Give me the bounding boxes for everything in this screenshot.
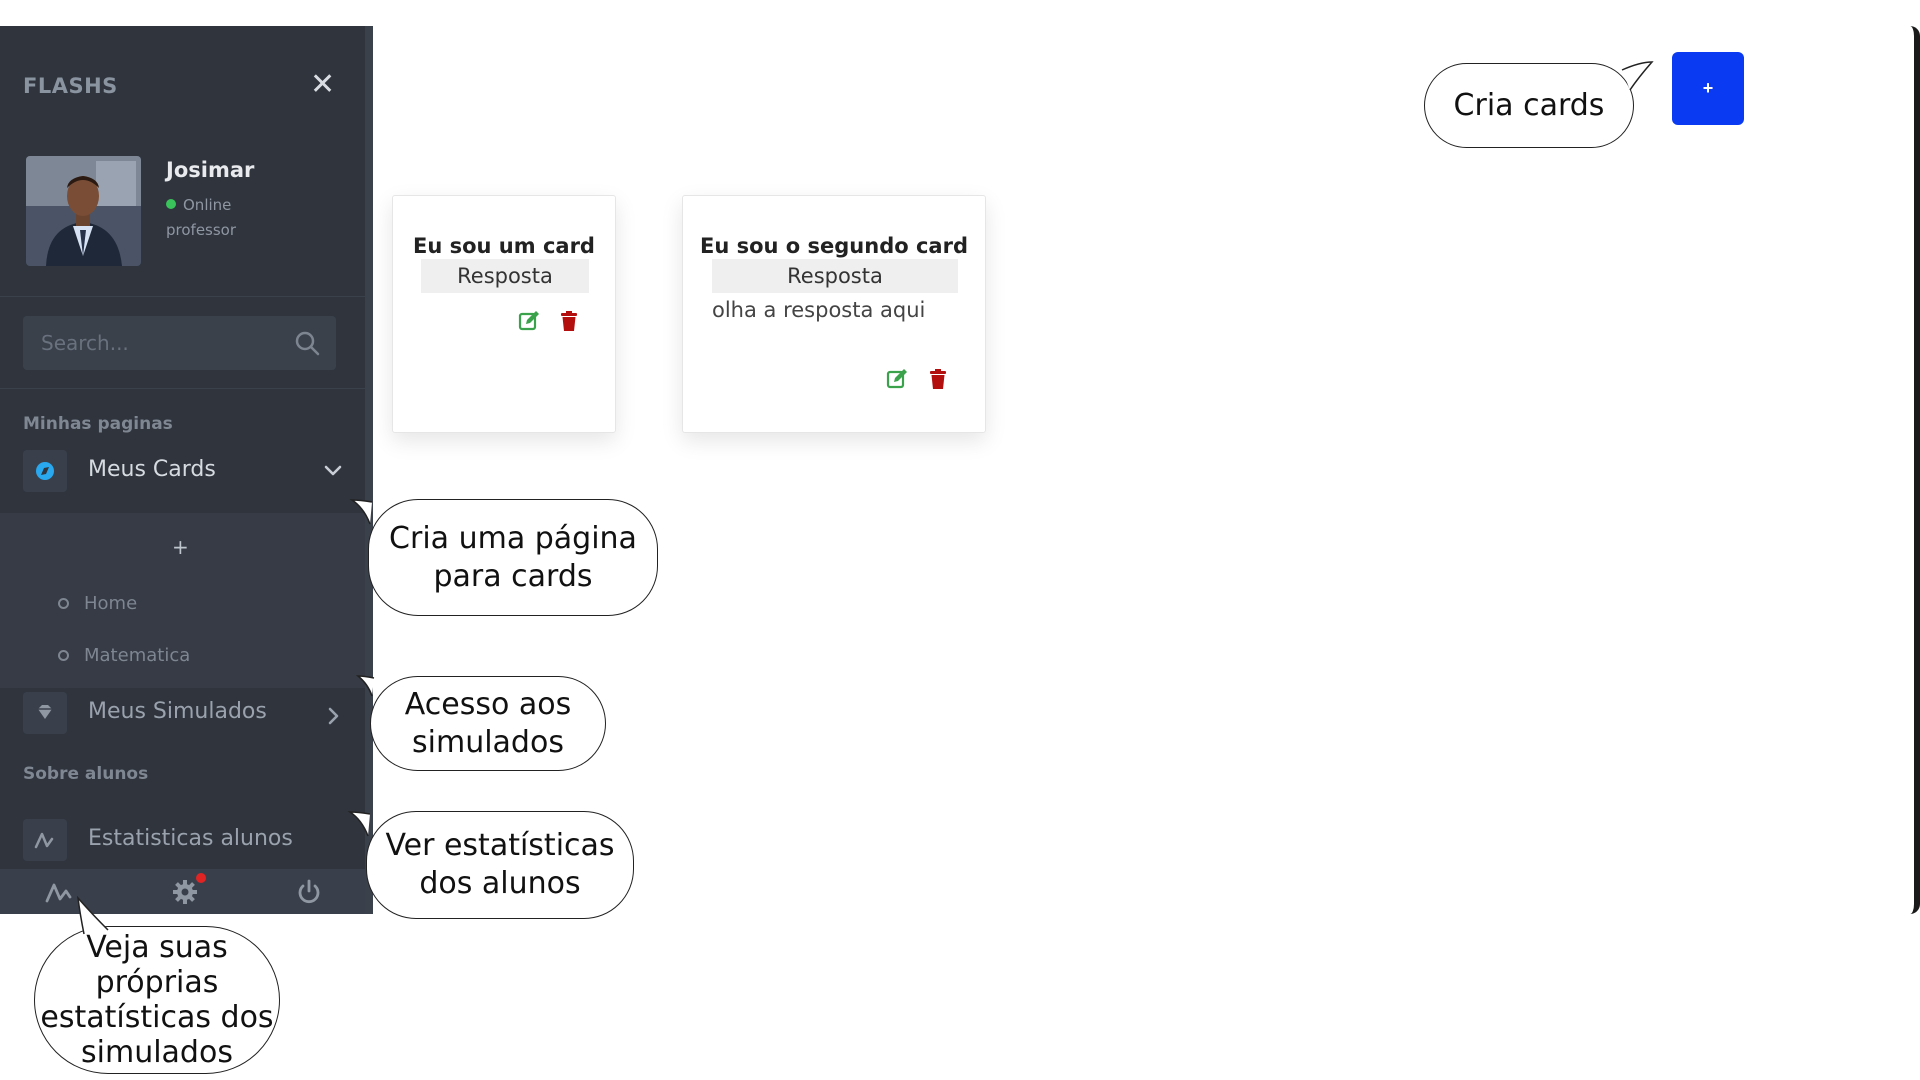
gear-icon[interactable] bbox=[170, 877, 200, 907]
annotation-text: simulados bbox=[412, 724, 564, 760]
card-answer-toggle[interactable]: Resposta bbox=[421, 259, 589, 293]
annotation-text: Ver estatísticas bbox=[385, 828, 615, 863]
circle-icon bbox=[58, 650, 69, 661]
add-card-button[interactable]: + bbox=[1672, 52, 1744, 125]
user-status: Online bbox=[166, 196, 231, 214]
add-page-button[interactable]: + bbox=[172, 535, 189, 559]
card-title: Eu sou o segundo card bbox=[700, 234, 968, 258]
search-box bbox=[23, 316, 336, 370]
sidebar-item-label: Estatisticas alunos bbox=[88, 826, 293, 851]
annotation-tail bbox=[355, 675, 375, 697]
menu-icon-box bbox=[23, 692, 67, 734]
annotation-text: Acesso aos bbox=[404, 686, 572, 722]
notification-dot bbox=[196, 873, 206, 883]
annotation-tail bbox=[347, 811, 371, 837]
sidebar-footer bbox=[0, 869, 365, 914]
activity-icon bbox=[34, 832, 54, 849]
section-label-sobre-alunos: Sobre alunos bbox=[23, 764, 149, 784]
card-answer-text: olha a resposta aqui bbox=[712, 298, 926, 322]
card-answer-toggle[interactable]: Resposta bbox=[712, 259, 958, 293]
edit-icon[interactable] bbox=[517, 309, 541, 333]
section-label-minhas-paginas: Minhas paginas bbox=[23, 414, 173, 434]
online-status-icon bbox=[166, 199, 176, 209]
annotation-tail bbox=[76, 895, 109, 935]
submenu-item-label: Matematica bbox=[84, 645, 191, 666]
window-frame-edge bbox=[1904, 26, 1920, 914]
sidebar: FLASHS ✕ Josimar Online professor Minhas… bbox=[0, 26, 373, 914]
sidebar-edge bbox=[365, 26, 373, 914]
annotation-text: para cards bbox=[433, 558, 593, 594]
submenu-item-matematica[interactable]: Matematica bbox=[58, 645, 190, 666]
annotation-text: Cria uma página bbox=[389, 520, 637, 556]
annotation-text: estatísticas dos bbox=[40, 1000, 274, 1035]
annotation-tail bbox=[1621, 61, 1654, 91]
user-name: Josimar bbox=[166, 158, 255, 182]
chevron-right-icon bbox=[328, 707, 339, 725]
trash-icon[interactable] bbox=[926, 367, 950, 391]
gem-icon bbox=[38, 705, 52, 719]
annotation-tail bbox=[349, 499, 373, 525]
activity-icon[interactable] bbox=[44, 877, 74, 907]
annotation-own-stats: Veja suas próprias estatísticas dos simu… bbox=[34, 926, 280, 1074]
power-icon[interactable] bbox=[294, 877, 324, 907]
menu-icon-box bbox=[23, 450, 67, 492]
annotation-text: simulados bbox=[81, 1035, 233, 1070]
close-icon[interactable]: ✕ bbox=[310, 70, 335, 100]
compass-icon bbox=[36, 462, 54, 480]
search-icon[interactable] bbox=[293, 329, 321, 357]
menu-icon-box bbox=[23, 819, 67, 861]
annotation-text: dos alunos bbox=[419, 866, 581, 901]
search-input[interactable] bbox=[41, 316, 281, 370]
sidebar-item-meus-cards[interactable]: Meus Cards bbox=[0, 441, 365, 501]
submenu-item-label: Home bbox=[84, 593, 138, 614]
sidebar-item-label: Meus Simulados bbox=[88, 699, 267, 724]
card-title: Eu sou um card bbox=[413, 234, 595, 258]
submenu-item-home[interactable]: Home bbox=[58, 593, 137, 614]
chevron-down-icon bbox=[324, 465, 342, 476]
divider bbox=[0, 388, 365, 389]
annotation-access-simulados: Acesso aos simulados bbox=[370, 676, 606, 771]
sidebar-item-meus-simulados[interactable]: Meus Simulados bbox=[0, 683, 365, 743]
annotation-text: próprias bbox=[95, 965, 219, 1000]
brand-title: FLASHS bbox=[23, 74, 118, 98]
annotation-text: Cria cards bbox=[1453, 87, 1605, 123]
user-status-text: Online bbox=[183, 196, 232, 214]
card-1: Eu sou um card Resposta bbox=[392, 195, 616, 433]
annotation-create-page: Cria uma página para cards bbox=[368, 499, 658, 616]
divider bbox=[0, 296, 365, 297]
trash-icon[interactable] bbox=[557, 309, 581, 333]
sidebar-item-label: Meus Cards bbox=[88, 457, 216, 482]
avatar bbox=[26, 156, 141, 266]
annotation-view-stats: Ver estatísticas dos alunos bbox=[366, 811, 634, 919]
edit-icon[interactable] bbox=[885, 367, 909, 391]
submenu-meus-cards: + Home Matematica bbox=[0, 513, 365, 688]
user-role: professor bbox=[166, 221, 237, 239]
circle-icon bbox=[58, 598, 69, 609]
sidebar-item-estatisticas-alunos[interactable]: Estatisticas alunos bbox=[0, 810, 365, 870]
card-2: Eu sou o segundo card Resposta olha a re… bbox=[682, 195, 986, 433]
